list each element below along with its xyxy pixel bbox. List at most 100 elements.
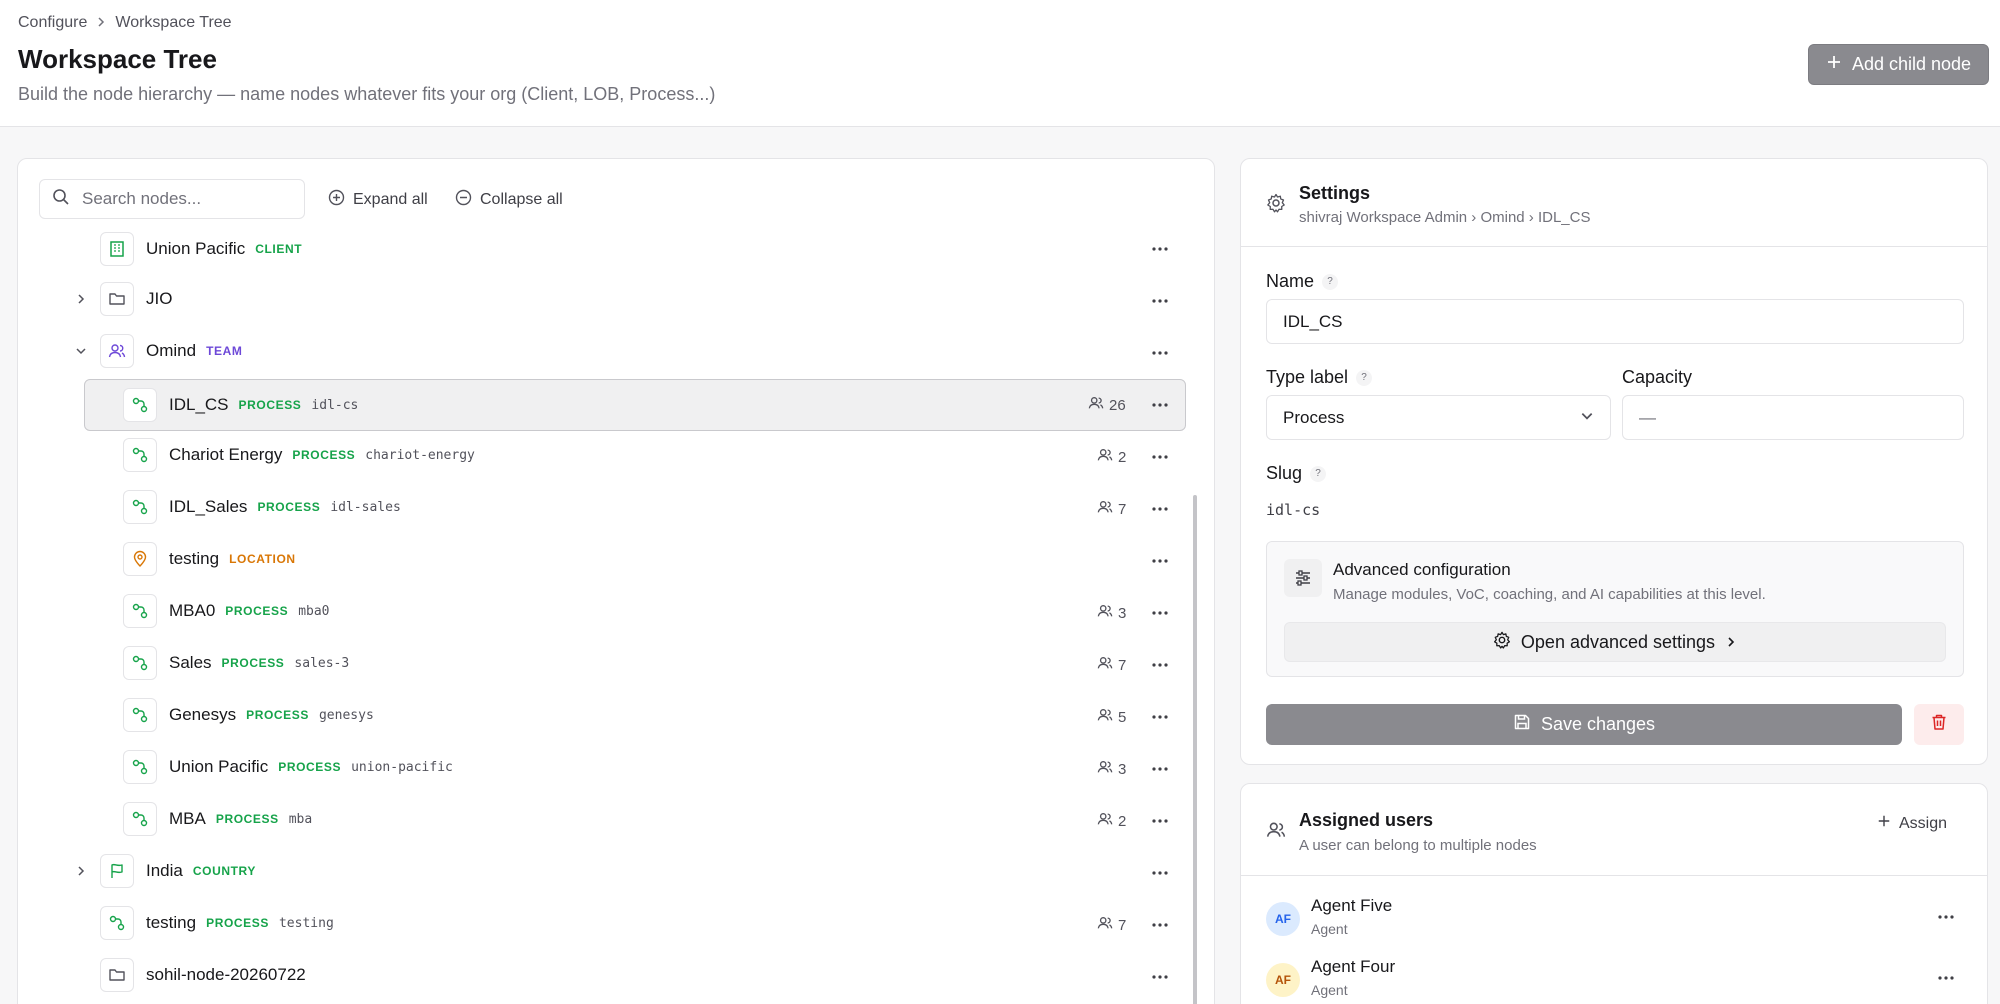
more-options-icon[interactable] [1148,861,1172,885]
more-options-icon[interactable] [1148,237,1172,261]
node-name: IDL_Sales [169,497,248,516]
folder-icon [100,958,134,992]
more-options-icon[interactable] [1148,601,1172,625]
assign-button[interactable]: Assign [1877,814,1947,833]
more-options-icon[interactable] [1938,967,1954,985]
node-type-badge: PROCESS [278,760,342,774]
user-role: Agent [1311,982,1348,998]
node-type-badge: TEAM [206,344,243,358]
node-slug: idl-cs [311,397,359,413]
more-options-icon[interactable] [1148,445,1172,469]
save-changes-button[interactable]: Save changes [1266,704,1902,745]
chevron-right-icon[interactable] [71,861,91,881]
node-name: testing [146,913,197,932]
node-name: MBA [169,809,206,828]
tree-node-union-pacific-client[interactable]: Union Pacific CLIENT [100,225,1200,273]
search-input[interactable] [82,189,282,209]
user-count: 5 [1097,707,1126,727]
node-type-badge: PROCESS [225,604,289,618]
node-slug: idl-sales [330,499,401,515]
help-icon[interactable]: ? [1322,273,1339,290]
tree-node-omind[interactable]: Omind TEAM [100,327,1140,375]
process-icon [123,490,157,524]
user-row[interactable]: AF Agent Five Agent [1266,892,1966,948]
tree-node-india[interactable]: India COUNTRY [100,847,1140,895]
node-name: testing [169,549,220,568]
name-field[interactable]: IDL_CS [1266,299,1964,344]
more-options-icon[interactable] [1148,497,1172,521]
tree-node-testing-location[interactable]: testing LOCATION [123,535,1123,583]
users-icon [1097,655,1113,675]
avatar: AF [1266,963,1300,997]
more-options-icon[interactable] [1938,906,1954,924]
tree-node-idl-cs[interactable]: IDL_CS PROCESS idl-cs [84,379,1186,431]
breadcrumb-configure[interactable]: Configure [18,14,87,32]
chevron-right-icon[interactable] [71,289,91,309]
process-icon [123,438,157,472]
more-options-icon[interactable] [1148,289,1172,313]
tree-node-jio[interactable]: JIO [100,275,1140,323]
capacity-field[interactable]: — [1622,395,1964,440]
search-box[interactable] [39,179,305,219]
help-icon[interactable]: ? [1356,369,1373,386]
users-icon [1097,447,1113,467]
user-name: Agent Five [1311,896,1393,915]
more-options-icon[interactable] [1148,549,1172,573]
flag-icon [100,854,134,888]
node-type-badge: PROCESS [221,656,285,670]
more-options-icon[interactable] [1148,341,1172,365]
capacity-field-value: — [1639,407,1656,427]
tree-panel: Expand all Collapse all Union Pacific CL… [17,158,1215,1004]
gear-icon [1493,631,1511,654]
add-child-node-button[interactable]: Add child node [1808,44,1989,85]
tree-node-sohil-node[interactable]: sohil-node-20260722 [100,951,1140,999]
more-options-icon[interactable] [1148,757,1172,781]
node-type-badge: PROCESS [238,398,302,412]
user-count: 3 [1097,759,1126,779]
type-select[interactable]: Process [1266,395,1611,440]
plus-icon [1826,54,1842,75]
name-label: Name ? [1266,271,1339,292]
name-label-text: Name [1266,271,1315,291]
node-name: Chariot Energy [169,445,283,464]
tree-node-mba[interactable]: MBA PROCESS mba [123,795,1123,843]
users-icon [1097,603,1113,623]
more-options-icon[interactable] [1148,965,1172,989]
more-options-icon[interactable] [1148,705,1172,729]
tree-node-mba0[interactable]: MBA0 PROCESS mba0 [123,587,1123,635]
tree-node-union-pacific-process[interactable]: Union Pacific PROCESS union-pacific [123,743,1123,791]
tree-node-idl-sales[interactable]: IDL_Sales PROCESS idl-sales [123,483,1123,531]
slug-label-text: Slug [1266,463,1303,483]
slug-value: idl-cs [1266,501,1321,519]
tree-node-testing-process[interactable]: testing PROCESS testing [100,899,1120,947]
delete-node-button[interactable] [1914,704,1964,745]
more-options-icon[interactable] [1148,913,1172,937]
tree-scrollbar[interactable] [1193,495,1197,1004]
tree-node-genesys[interactable]: Genesys PROCESS genesys [123,691,1123,739]
user-row[interactable]: AF Agent Four Agent [1266,953,1966,1004]
node-slug: mba0 [298,603,330,619]
user-count: 7 [1097,655,1126,675]
advanced-title: Advanced configuration [1333,560,1511,579]
expand-all-button[interactable]: Expand all [328,189,428,211]
plus-icon [1877,814,1891,833]
type-label: Type label ? [1266,367,1373,388]
process-icon [123,802,157,836]
tree-node-chariot-energy[interactable]: Chariot Energy PROCESS chariot-energy [123,431,1123,479]
help-icon[interactable]: ? [1310,465,1327,482]
name-field-value: IDL_CS [1283,311,1343,331]
collapse-all-button[interactable]: Collapse all [455,189,563,211]
process-icon [123,594,157,628]
more-options-icon[interactable] [1148,653,1172,677]
more-options-icon[interactable] [1148,393,1172,417]
tree-node-sales[interactable]: Sales PROCESS sales-3 [123,639,1123,687]
more-options-icon[interactable] [1148,809,1172,833]
node-type-badge: LOCATION [229,552,296,566]
chevron-down-icon[interactable] [71,341,91,361]
open-advanced-settings-button[interactable]: Open advanced settings [1284,622,1946,662]
node-type-badge: PROCESS [246,708,309,722]
node-name: Omind [146,341,197,360]
slug-label: Slug ? [1266,463,1327,484]
user-count: 2 [1097,447,1126,467]
assigned-users-header: Assigned users A user can belong to mult… [1241,784,1987,876]
